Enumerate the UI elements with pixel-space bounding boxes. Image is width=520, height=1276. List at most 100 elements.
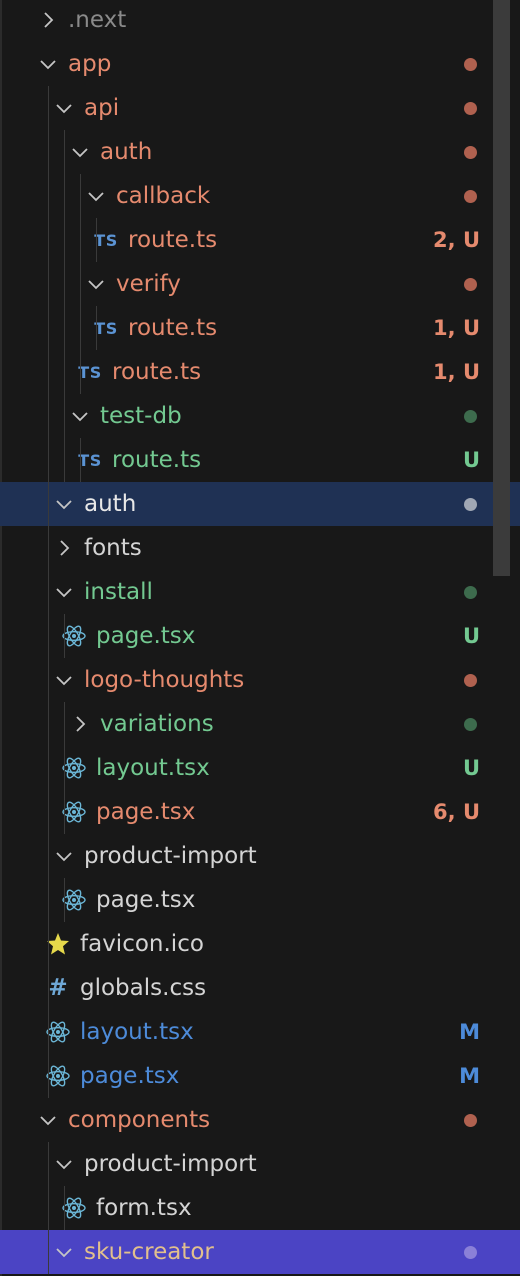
git-status-badge: 6, U bbox=[433, 800, 480, 824]
folder-label: api bbox=[84, 95, 120, 121]
folder-row-sku-creator[interactable]: sku-creator bbox=[0, 1230, 520, 1274]
file-row-layout-tsx[interactable]: layout.tsx U bbox=[0, 746, 520, 790]
folder-row-verify[interactable]: verify bbox=[0, 262, 520, 306]
file-row-page-tsx[interactable]: page.tsx U bbox=[0, 614, 520, 658]
indent-guide bbox=[48, 86, 49, 130]
folder-row-api[interactable]: api bbox=[0, 86, 520, 130]
file-explorer-tree: .next app api auth callback TS route.ts 2, U ver… bbox=[0, 0, 520, 1274]
chevron-down-icon[interactable] bbox=[68, 404, 92, 428]
indent-guide bbox=[48, 262, 49, 306]
indent-guide bbox=[48, 218, 49, 262]
indent-guide bbox=[48, 570, 49, 614]
folder-label: install bbox=[84, 579, 153, 605]
indent-guide bbox=[64, 702, 65, 746]
folder-label: callback bbox=[116, 183, 211, 209]
git-status-dot bbox=[464, 585, 477, 599]
chevron-down-icon[interactable] bbox=[52, 844, 76, 868]
git-status-dot bbox=[464, 101, 477, 115]
indent-guide bbox=[48, 394, 49, 438]
indent-guide bbox=[48, 922, 49, 966]
indent-guide bbox=[48, 658, 49, 702]
folder-label: components bbox=[68, 1107, 211, 1133]
folder-row-variations[interactable]: variations bbox=[0, 702, 520, 746]
file-row-route-ts[interactable]: TS route.ts U bbox=[0, 438, 520, 482]
folder-label: logo-thoughts bbox=[84, 667, 245, 693]
folder-row-components[interactable]: components bbox=[0, 1098, 520, 1142]
git-status-dot bbox=[464, 497, 477, 511]
folder-label: verify bbox=[116, 271, 181, 297]
folder-row-callback[interactable]: callback bbox=[0, 174, 520, 218]
folder-row-test-db[interactable]: test-db bbox=[0, 394, 520, 438]
chevron-down-icon[interactable] bbox=[52, 1240, 76, 1264]
file-row-route-ts[interactable]: TS route.ts 1, U bbox=[0, 350, 520, 394]
chevron-down-icon[interactable] bbox=[84, 272, 108, 296]
folder-label: .next bbox=[68, 7, 127, 33]
git-status-badge: 1, U bbox=[433, 316, 480, 340]
folder-row-auth[interactable]: auth bbox=[0, 130, 520, 174]
indent-guide bbox=[48, 790, 49, 834]
indent-guide bbox=[48, 174, 49, 218]
file-row-form-tsx[interactable]: form.tsx bbox=[0, 1186, 520, 1230]
indent-guide bbox=[48, 1186, 49, 1230]
scrollbar-thumb[interactable] bbox=[493, 0, 510, 576]
file-label: route.ts bbox=[112, 447, 202, 473]
file-label: page.tsx bbox=[96, 799, 196, 825]
chevron-down-icon[interactable] bbox=[52, 668, 76, 692]
file-row-globals-css[interactable]: # globals.css bbox=[0, 966, 520, 1010]
folder-row--next[interactable]: .next bbox=[0, 0, 520, 42]
indent-guide bbox=[80, 218, 81, 262]
file-row-page-tsx[interactable]: page.tsx 6, U bbox=[0, 790, 520, 834]
indent-guide bbox=[80, 350, 81, 394]
indent-guide bbox=[80, 306, 81, 350]
file-label: page.tsx bbox=[96, 623, 196, 649]
chevron-down-icon[interactable] bbox=[68, 140, 92, 164]
file-row-page-tsx[interactable]: page.tsx bbox=[0, 878, 520, 922]
indent-guide bbox=[96, 306, 97, 350]
git-status-dot bbox=[464, 277, 477, 291]
file-row-route-ts[interactable]: TS route.ts 2, U bbox=[0, 218, 520, 262]
chevron-down-icon[interactable] bbox=[36, 1108, 60, 1132]
indent-guide bbox=[64, 438, 65, 482]
chevron-down-icon[interactable] bbox=[52, 492, 76, 516]
folder-label: sku-creator bbox=[84, 1239, 214, 1265]
git-status-dot bbox=[464, 717, 477, 731]
indent-guide bbox=[64, 262, 65, 306]
file-row-route-ts[interactable]: TS route.ts 1, U bbox=[0, 306, 520, 350]
file-label: route.ts bbox=[128, 227, 218, 253]
chevron-down-icon[interactable] bbox=[52, 580, 76, 604]
chevron-right-icon[interactable] bbox=[68, 712, 92, 736]
file-row-favicon-ico[interactable]: favicon.ico bbox=[0, 922, 520, 966]
folder-row-auth[interactable]: auth bbox=[0, 482, 520, 526]
indent-guide bbox=[64, 218, 65, 262]
chevron-down-icon[interactable] bbox=[36, 52, 60, 76]
git-status-dot bbox=[464, 57, 477, 71]
indent-guide bbox=[80, 438, 81, 482]
indent-guide bbox=[48, 1054, 49, 1098]
indent-guide bbox=[64, 350, 65, 394]
file-row-page-tsx[interactable]: page.tsx M bbox=[0, 1054, 520, 1098]
file-row-layout-tsx[interactable]: layout.tsx M bbox=[0, 1010, 520, 1054]
folder-row-logo-thoughts[interactable]: logo-thoughts bbox=[0, 658, 520, 702]
file-label: route.ts bbox=[112, 359, 202, 385]
indent-guide bbox=[64, 130, 65, 174]
folder-row-product-import[interactable]: product-import bbox=[0, 834, 520, 878]
indent-guide bbox=[48, 526, 49, 570]
folder-row-fonts[interactable]: fonts bbox=[0, 526, 520, 570]
indent-guide bbox=[64, 174, 65, 218]
folder-row-product-import[interactable]: product-import bbox=[0, 1142, 520, 1186]
indent-guide bbox=[48, 702, 49, 746]
indent-guide bbox=[48, 878, 49, 922]
chevron-down-icon[interactable] bbox=[52, 1152, 76, 1176]
chevron-down-icon[interactable] bbox=[84, 184, 108, 208]
indent-guide bbox=[48, 130, 49, 174]
git-status-badge: U bbox=[462, 448, 480, 472]
chevron-down-icon[interactable] bbox=[52, 96, 76, 120]
indent-guide bbox=[96, 218, 97, 262]
git-status-badge: 1, U bbox=[433, 360, 480, 384]
indent-guide bbox=[48, 306, 49, 350]
folder-row-app[interactable]: app bbox=[0, 42, 520, 86]
folder-label: auth bbox=[100, 139, 153, 165]
chevron-right-icon[interactable] bbox=[36, 8, 60, 32]
chevron-right-icon[interactable] bbox=[52, 536, 76, 560]
folder-row-install[interactable]: install bbox=[0, 570, 520, 614]
